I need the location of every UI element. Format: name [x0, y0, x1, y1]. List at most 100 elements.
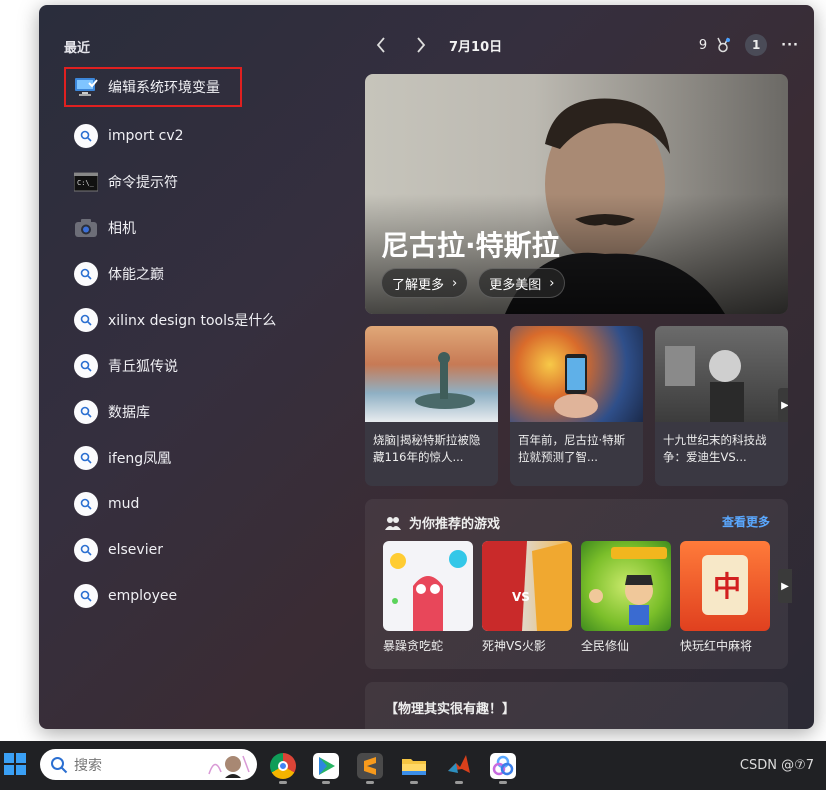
fact-title: 【物理其实很有趣！】 [385, 702, 516, 717]
taskbar-sublime-text-icon[interactable] [357, 753, 383, 779]
game-tile[interactable]: 中 快玩红中麻将 [680, 541, 770, 654]
games-title: 为你推荐的游戏 [409, 517, 501, 532]
taskbar-photos-icon[interactable] [490, 753, 516, 779]
start-button[interactable] [4, 753, 26, 775]
taskbar-running-indicator [322, 781, 330, 784]
news-card-image [655, 326, 788, 422]
game-image [383, 541, 473, 631]
search-icon [74, 308, 98, 332]
game-image: VS [482, 541, 572, 631]
recent-list: 编辑系统环境变量 import cv2 C:\_ 命令提示符 相机 体能之巅 x… [64, 67, 354, 619]
games-next-button[interactable]: ▶ [778, 569, 792, 603]
game-tile[interactable]: 暴躁贪吃蛇 [383, 541, 473, 654]
recent-item-label: 编辑系统环境变量 [108, 80, 220, 96]
games-section: 为你推荐的游戏 查看更多 暴躁贪吃蛇 VS 死神VS火影 全民修仙 中 快玩红中… [365, 499, 792, 669]
medal-icon [717, 37, 731, 53]
hero-title: 尼古拉·特斯拉 [381, 229, 560, 262]
news-cards: 烧脑|揭秘特斯拉被隐藏116年的惊人... 百年前，尼古拉·特斯拉就预测了智..… [365, 326, 788, 486]
windows-logo-icon [4, 753, 14, 763]
recent-item-command-prompt[interactable]: C:\_ 命令提示符 [64, 159, 354, 205]
recent-item-search[interactable]: employee [64, 573, 354, 619]
taskbar-search-input[interactable] [74, 756, 194, 773]
recent-item-label: import cv2 [108, 128, 184, 144]
recent-item-search[interactable]: mud [64, 481, 354, 527]
taskbar-matlab-icon[interactable] [446, 753, 472, 779]
taskbar-running-indicator [410, 781, 418, 784]
recent-item-label: employee [108, 588, 178, 604]
back-button[interactable] [369, 33, 393, 57]
notification-count-badge[interactable]: 1 [745, 34, 768, 56]
recent-item-label: xilinx design tools是什么 [108, 313, 277, 329]
taskbar-running-indicator [455, 781, 463, 784]
chevron-right-icon: › [452, 275, 458, 291]
hero-banner[interactable]: 尼古拉·特斯拉 了解更多 › 更多美图 › [365, 74, 788, 314]
games-title-row: 为你推荐的游戏 [385, 513, 500, 532]
game-name: 全民修仙 [581, 639, 630, 653]
date-label: 7月10日 [449, 39, 503, 55]
recent-item-label: elsevier [108, 542, 163, 558]
recent-item-search[interactable]: elsevier [64, 527, 354, 573]
camera-icon [74, 216, 98, 240]
recent-item-search[interactable]: 数据库 [64, 389, 354, 435]
search-icon [74, 584, 98, 608]
hero-buttons: 了解更多 › 更多美图 › [381, 268, 566, 298]
news-card[interactable]: 烧脑|揭秘特斯拉被隐藏116年的惊人... [365, 326, 498, 486]
forward-button[interactable] [409, 33, 433, 57]
learn-more-button[interactable]: 了解更多 › [381, 268, 469, 298]
recent-title: 最近 [64, 41, 91, 56]
game-tile[interactable]: VS 死神VS火影 [482, 541, 572, 654]
svg-text:VS: VS [512, 590, 530, 604]
taskbar-running-indicator [279, 781, 287, 784]
top-bar: 7月10日 9 1 ··· [369, 33, 799, 57]
game-image [581, 541, 671, 631]
chevron-right-icon: › [549, 275, 555, 291]
taskbar-search-box[interactable] [40, 749, 257, 780]
recent-item-label: 相机 [108, 221, 136, 237]
news-card[interactable]: 十九世纪末的科技战争：爱迪生VS... ▶ [655, 326, 788, 486]
recent-item-edit-env-vars[interactable]: 编辑系统环境变量 [64, 67, 242, 107]
taskbar: CSDN @⑦7 [0, 741, 826, 790]
game-name: 死神VS火影 [482, 639, 546, 653]
chevron-right-icon [417, 37, 426, 53]
fact-section[interactable]: 【物理其实很有趣！】 [365, 682, 788, 729]
news-card-title: 十九世纪末的科技战争：爱迪生VS... [663, 433, 767, 464]
game-name: 暴躁贪吃蛇 [383, 639, 444, 653]
players-icon [385, 516, 401, 530]
taskbar-running-indicator [366, 781, 374, 784]
svg-text:C:\_: C:\_ [77, 179, 95, 187]
recent-item-search[interactable]: xilinx design tools是什么 [64, 297, 354, 343]
cards-next-button[interactable]: ▶ [778, 388, 788, 422]
news-card[interactable]: 百年前，尼古拉·特斯拉就预测了智... [510, 326, 643, 486]
points-value: 9 [698, 37, 708, 53]
recent-item-import-cv2[interactable]: import cv2 [64, 113, 354, 159]
rewards-points[interactable]: 9 [699, 37, 731, 53]
monitor-settings-icon [74, 75, 98, 99]
recent-item-search[interactable]: 体能之巅 [64, 251, 354, 297]
recent-item-camera[interactable]: 相机 [64, 205, 354, 251]
taskbar-chrome-icon[interactable] [270, 753, 296, 779]
taskbar-file-explorer-icon[interactable] [401, 753, 427, 779]
recent-item-label: 命令提示符 [108, 175, 178, 191]
recent-item-label: mud [108, 496, 140, 512]
chevron-left-icon [376, 37, 385, 53]
start-search-panel: 最近 编辑系统环境变量 import cv2 C:\_ 命令提示符 相机 体能之… [39, 5, 814, 729]
recent-item-search[interactable]: 青丘狐传说 [64, 343, 354, 389]
news-card-image [365, 326, 498, 422]
top-right-controls: 9 1 ··· [699, 34, 799, 56]
recent-item-search[interactable]: ifeng凤凰 [64, 435, 354, 481]
games-row: 暴躁贪吃蛇 VS 死神VS火影 全民修仙 中 快玩红中麻将 [383, 541, 770, 654]
taskbar-video-player-icon[interactable] [313, 753, 339, 779]
game-image: 中 [680, 541, 770, 631]
news-card-image [510, 326, 643, 422]
terminal-icon: C:\_ [74, 170, 98, 194]
games-see-more-link[interactable]: 查看更多 [722, 513, 770, 530]
more-images-label: 更多美图 [489, 277, 542, 293]
more-images-button[interactable]: 更多美图 › [478, 268, 566, 298]
recent-item-label: 青丘狐传说 [108, 359, 178, 375]
svg-text:中: 中 [713, 570, 741, 603]
search-icon [74, 492, 98, 516]
watermark-text: CSDN @⑦7 [739, 758, 814, 773]
more-options-button[interactable]: ··· [781, 38, 799, 53]
search-icon [74, 400, 98, 424]
game-tile[interactable]: 全民修仙 [581, 541, 671, 654]
